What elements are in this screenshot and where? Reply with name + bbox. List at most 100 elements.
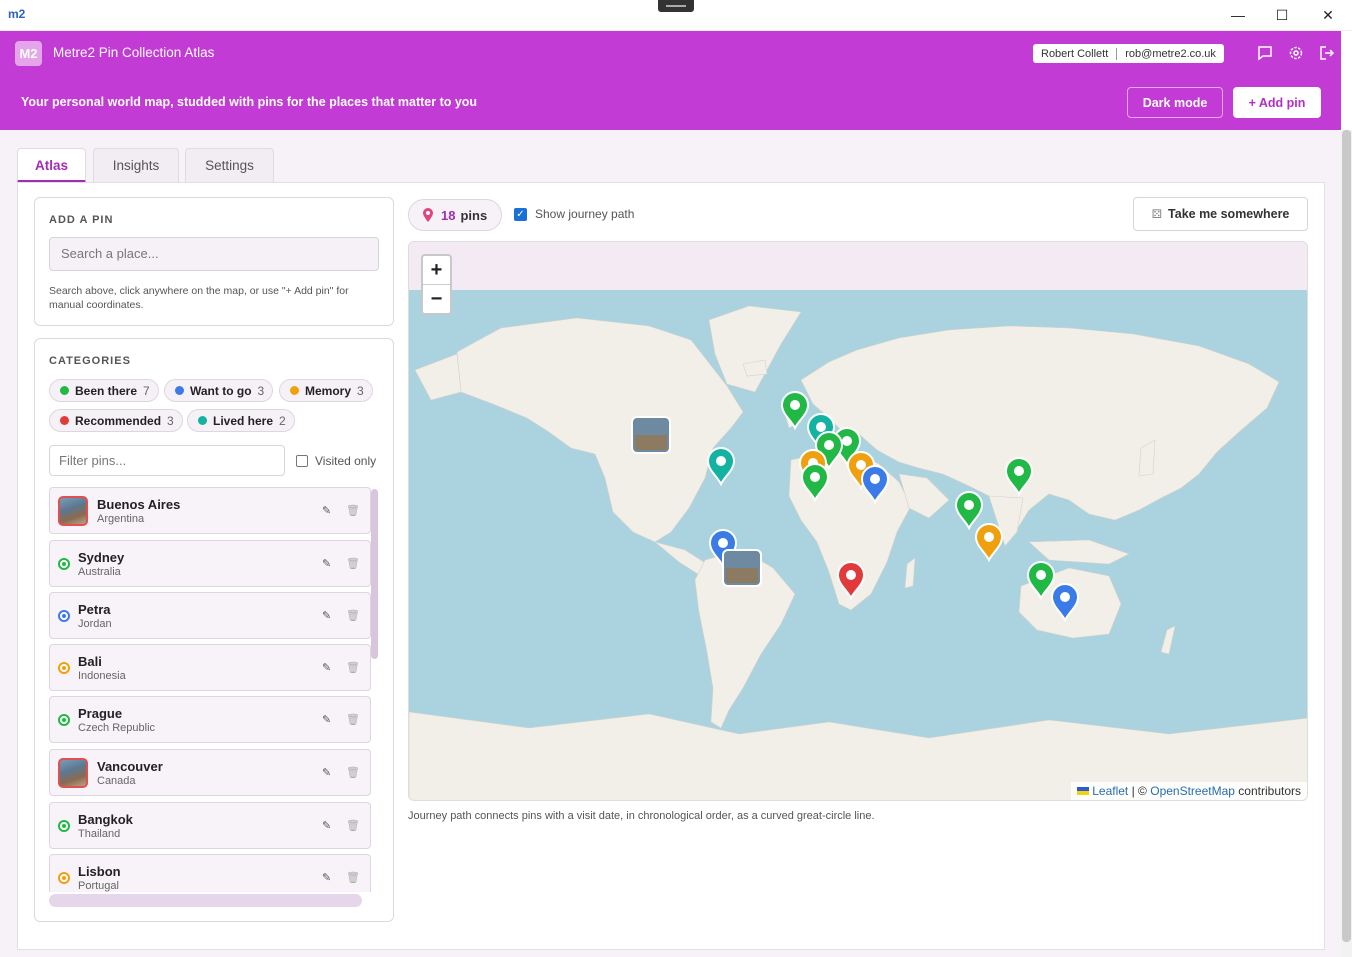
leaflet-link[interactable]: Leaflet	[1092, 784, 1128, 798]
trash-icon[interactable]: 🗑	[346, 713, 360, 726]
trash-icon[interactable]: 🗑	[346, 661, 360, 674]
zoom-control[interactable]: + −	[421, 254, 452, 315]
journey-path-label: Show journey path	[535, 207, 635, 221]
pin-row-lisbon[interactable]: Lisbon Portugal ✎ 🗑	[49, 854, 371, 892]
pencil-icon[interactable]: ✎	[322, 713, 331, 726]
pin-list[interactable]: Buenos Aires Argentina ✎ 🗑 Sydney Austra…	[49, 487, 379, 892]
dice-icon: ⚄	[1151, 207, 1163, 221]
chip-count: 2	[279, 413, 286, 428]
journey-path-toggle[interactable]: ✓ Show journey path	[514, 207, 634, 221]
app-logo: m2	[8, 7, 26, 21]
app-badge: M2	[15, 41, 42, 66]
tab-insights[interactable]: Insights	[93, 148, 179, 182]
category-chip-recommended[interactable]: Recommended 3	[49, 409, 183, 432]
trash-icon[interactable]: 🗑	[346, 766, 360, 779]
osm-link[interactable]: OpenStreetMap	[1150, 784, 1235, 798]
category-chip-want-to-go[interactable]: Want to go 3	[164, 379, 274, 402]
trash-icon[interactable]: 🗑	[346, 871, 360, 884]
pin-row-prague[interactable]: Prague Czech Republic ✎ 🗑	[49, 696, 371, 743]
visited-only-checkbox[interactable]	[296, 455, 308, 467]
category-chip-been-there[interactable]: Been there 7	[49, 379, 159, 402]
map-pin-marker[interactable]	[836, 561, 866, 601]
close-window-button[interactable]: ✕	[1312, 4, 1344, 26]
take-me-somewhere-button[interactable]: ⚄ Take me somewhere	[1133, 197, 1308, 231]
map-pin-marker[interactable]	[1004, 457, 1034, 497]
minimize-button[interactable]: —	[1222, 4, 1254, 26]
pin-row-bali[interactable]: Bali Indonesia ✎ 🗑	[49, 644, 371, 691]
map-pin-marker[interactable]	[954, 491, 984, 531]
orange-dot-icon	[290, 386, 299, 395]
dark-mode-button[interactable]: Dark mode	[1127, 87, 1223, 118]
user-chip[interactable]: Robert Collett rob@metre2.co.uk	[1033, 44, 1224, 63]
journey-path-checkbox[interactable]: ✓	[514, 207, 527, 221]
orange-marker-icon	[58, 872, 70, 884]
attribution-separator: | ©	[1131, 784, 1147, 798]
chip-count: 3	[257, 383, 265, 398]
pin-icon	[423, 208, 433, 222]
trash-icon[interactable]: 🗑	[346, 557, 360, 570]
pin-row-buenos-aires[interactable]: Buenos Aires Argentina ✎ 🗑	[49, 487, 371, 534]
map-pin-marker[interactable]	[1026, 561, 1056, 601]
pencil-icon[interactable]: ✎	[322, 504, 331, 517]
gear-icon[interactable]	[1287, 45, 1305, 63]
visited-only-toggle[interactable]: Visited only	[296, 454, 376, 468]
app-header: M2 Metre2 Pin Collection Atlas Robert Co…	[0, 31, 1341, 130]
pin-name: Bangkok	[78, 812, 133, 827]
pencil-icon[interactable]: ✎	[322, 766, 331, 779]
trash-icon[interactable]: 🗑	[346, 504, 360, 517]
map-attribution: Leaflet | © OpenStreetMap contributors	[1071, 782, 1307, 800]
photo-marker-detail	[726, 568, 758, 583]
pencil-icon[interactable]: ✎	[322, 871, 331, 884]
map-pin-marker[interactable]	[1050, 583, 1080, 623]
pencil-icon[interactable]: ✎	[322, 661, 331, 674]
chat-icon[interactable]	[1256, 45, 1274, 63]
trash-icon[interactable]: 🗑	[346, 609, 360, 622]
page-scrollbar-thumb[interactable]	[1342, 130, 1351, 942]
chip-count: 7	[143, 383, 150, 398]
logout-icon[interactable]	[1318, 45, 1336, 63]
category-chip-lived-here[interactable]: Lived here 2	[187, 409, 295, 432]
zoom-in-button[interactable]: +	[423, 256, 450, 285]
tab-settings[interactable]: Settings	[185, 148, 274, 182]
pin-list-scrollbar[interactable]	[371, 489, 378, 659]
pin-row-bangkok[interactable]: Bangkok Thailand ✎ 🗑	[49, 802, 371, 849]
tab-atlas[interactable]: Atlas	[17, 148, 86, 183]
pin-list-horizontal-scrollbar[interactable]	[49, 894, 362, 907]
pin-name: Sydney	[78, 550, 125, 565]
trash-icon[interactable]: 🗑	[346, 819, 360, 832]
category-chip-memory[interactable]: Memory 3	[279, 379, 373, 402]
chip-label: Lived here	[213, 413, 274, 428]
marker-layer[interactable]	[409, 242, 1308, 801]
page-scrollbar[interactable]	[1341, 130, 1352, 957]
pencil-icon[interactable]: ✎	[322, 557, 331, 570]
drag-handle[interactable]	[658, 0, 694, 12]
pencil-icon[interactable]: ✎	[322, 609, 331, 622]
map-pin-marker[interactable]	[706, 447, 736, 487]
pencil-icon[interactable]: ✎	[322, 819, 331, 832]
pin-name: Buenos Aires	[97, 497, 181, 512]
take-me-somewhere-label: Take me somewhere	[1168, 207, 1290, 221]
app-title: Metre2 Pin Collection Atlas	[53, 45, 215, 60]
add-pin-card: ADD A PIN Search a place... Search above…	[34, 197, 394, 326]
map-pin-marker[interactable]	[860, 465, 890, 505]
map-pin-marker[interactable]	[974, 523, 1004, 563]
pin-row-vancouver[interactable]: Vancouver Canada ✎ 🗑	[49, 749, 371, 796]
place-search-input[interactable]: Search a place...	[49, 237, 379, 271]
pin-name: Lisbon	[78, 864, 121, 879]
maximize-button[interactable]: ☐	[1266, 4, 1298, 26]
pin-row-petra[interactable]: Petra Jordan ✎ 🗑	[49, 592, 371, 639]
pin-name: Bali	[78, 654, 102, 669]
green-marker-icon	[58, 714, 70, 726]
zoom-out-button[interactable]: −	[423, 285, 450, 314]
attribution-contributors: contributors	[1238, 784, 1301, 798]
map-pin-marker[interactable]	[780, 391, 810, 431]
map-pin-marker[interactable]	[800, 463, 830, 503]
add-pin-button[interactable]: + Add pin	[1233, 87, 1321, 118]
filter-pins-input[interactable]: Filter pins...	[49, 445, 285, 476]
world-map[interactable]: + − Leaflet | © OpenStreetMap contributo…	[408, 241, 1308, 801]
pin-row-sydney[interactable]: Sydney Australia ✎ 🗑	[49, 540, 371, 587]
blue-dot-icon	[175, 386, 184, 395]
blue-marker-icon	[58, 610, 70, 622]
pin-country: Czech Republic	[78, 722, 156, 734]
chip-label: Recommended	[75, 413, 162, 428]
